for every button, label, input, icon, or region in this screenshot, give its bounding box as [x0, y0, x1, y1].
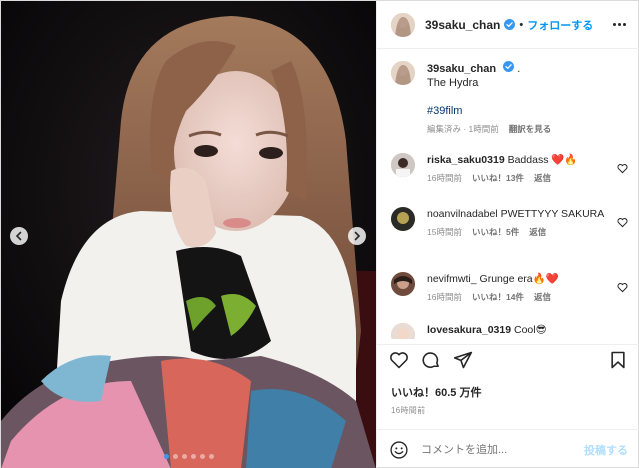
heart-icon[interactable]: [617, 282, 628, 293]
comment-username[interactable]: riska_saku0319: [427, 154, 505, 166]
comment-input[interactable]: [421, 443, 584, 456]
heart-icon[interactable]: [617, 163, 628, 174]
comment-item: lovesakura_0319 Cool😎: [377, 323, 639, 339]
avatar[interactable]: [391, 272, 415, 296]
comments-list[interactable]: 39saku_chan . The Hydra #39film 編集済み · 1…: [377, 49, 639, 339]
avatar[interactable]: [391, 61, 415, 85]
post-time: 16時間前: [391, 406, 426, 415]
post-photo: [1, 1, 376, 468]
hashtag-link[interactable]: #39film: [427, 104, 462, 118]
chevron-right-icon: [354, 231, 361, 241]
comment-item: noanvilnadabel PWETTYYY SAKURA 15時間前 いいね…: [377, 207, 639, 239]
emoji-icon[interactable]: [389, 440, 409, 460]
comment-item: nevifmwti_ Grunge era🔥❤️ 16時間前 いいね！14件 返…: [377, 272, 639, 304]
comment-item: riska_saku0319 Baddass ❤️🔥 16時間前 いいね！13件…: [377, 153, 639, 185]
carousel-prev-button[interactable]: [10, 227, 28, 245]
avatar[interactable]: [391, 323, 415, 339]
avatar[interactable]: [391, 207, 415, 231]
follow-button[interactable]: フォローする: [527, 17, 593, 33]
carousel-dot: [199, 454, 205, 459]
reply-button[interactable]: 返信: [529, 225, 546, 239]
comment-username[interactable]: noanvilnadabel: [427, 208, 498, 220]
comment-text: PWETTYYY SAKURA: [500, 208, 605, 220]
comment-likes[interactable]: いいね！5件: [472, 225, 519, 239]
avatar[interactable]: [391, 153, 415, 177]
post-details-panel: 39saku_chan • フォローする 39saku_chan . The H…: [376, 1, 639, 468]
like-count[interactable]: いいね！60.5 万件: [391, 384, 481, 400]
comment-icon[interactable]: [421, 350, 441, 370]
add-comment-bar: 投稿する: [377, 429, 639, 468]
post-modal: 39saku_chan • フォローする 39saku_chan . The H…: [0, 0, 639, 468]
more-icon[interactable]: [613, 23, 626, 26]
comment-text: Grunge era🔥❤️: [479, 273, 559, 285]
post-media[interactable]: [1, 1, 376, 468]
verified-icon: [503, 61, 515, 72]
carousel-dot: [208, 454, 214, 459]
carousel-dot: [172, 454, 178, 459]
post-comment-button[interactable]: 投稿する: [584, 442, 628, 458]
bookmark-icon[interactable]: [608, 350, 628, 370]
action-bar: [377, 344, 639, 374]
header-username[interactable]: 39saku_chan: [425, 18, 500, 32]
comment-text: Cool😎: [514, 324, 547, 336]
avatar[interactable]: [391, 12, 415, 37]
carousel-next-button[interactable]: [348, 227, 366, 245]
carousel-indicator: [1, 454, 376, 459]
comment-time: 15時間前: [427, 227, 462, 237]
comment-username[interactable]: nevifmwti_: [427, 273, 477, 285]
caption-text: The Hydra: [427, 77, 479, 89]
comment-text: Baddass ❤️🔥: [507, 154, 578, 166]
reply-button[interactable]: 返信: [534, 290, 551, 304]
heart-icon[interactable]: [389, 350, 409, 370]
header-separator: •: [519, 18, 524, 31]
comment-likes[interactable]: いいね！13件: [472, 171, 524, 185]
comment-username[interactable]: lovesakura_0319: [427, 324, 511, 336]
caption-time: 編集済み · 1時間前: [427, 124, 499, 134]
share-icon[interactable]: [453, 350, 473, 370]
reply-button[interactable]: 返信: [534, 171, 551, 185]
comment-likes[interactable]: いいね！14件: [472, 290, 524, 304]
caption-username[interactable]: 39saku_chan: [427, 63, 496, 75]
carousel-dot: [163, 454, 169, 459]
caption-suffix: .: [517, 63, 521, 75]
comment-time: 16時間前: [427, 173, 462, 183]
carousel-dot: [181, 454, 187, 459]
heart-icon[interactable]: [617, 217, 628, 228]
caption: 39saku_chan . The Hydra #39film 編集済み · 1…: [377, 49, 639, 136]
carousel-dot: [190, 454, 196, 459]
post-header: 39saku_chan • フォローする: [377, 1, 639, 49]
verified-icon: [504, 19, 516, 30]
chevron-left-icon: [15, 231, 22, 241]
comment-time: 16時間前: [427, 292, 462, 302]
translate-button[interactable]: 翻訳を見る: [509, 122, 552, 136]
